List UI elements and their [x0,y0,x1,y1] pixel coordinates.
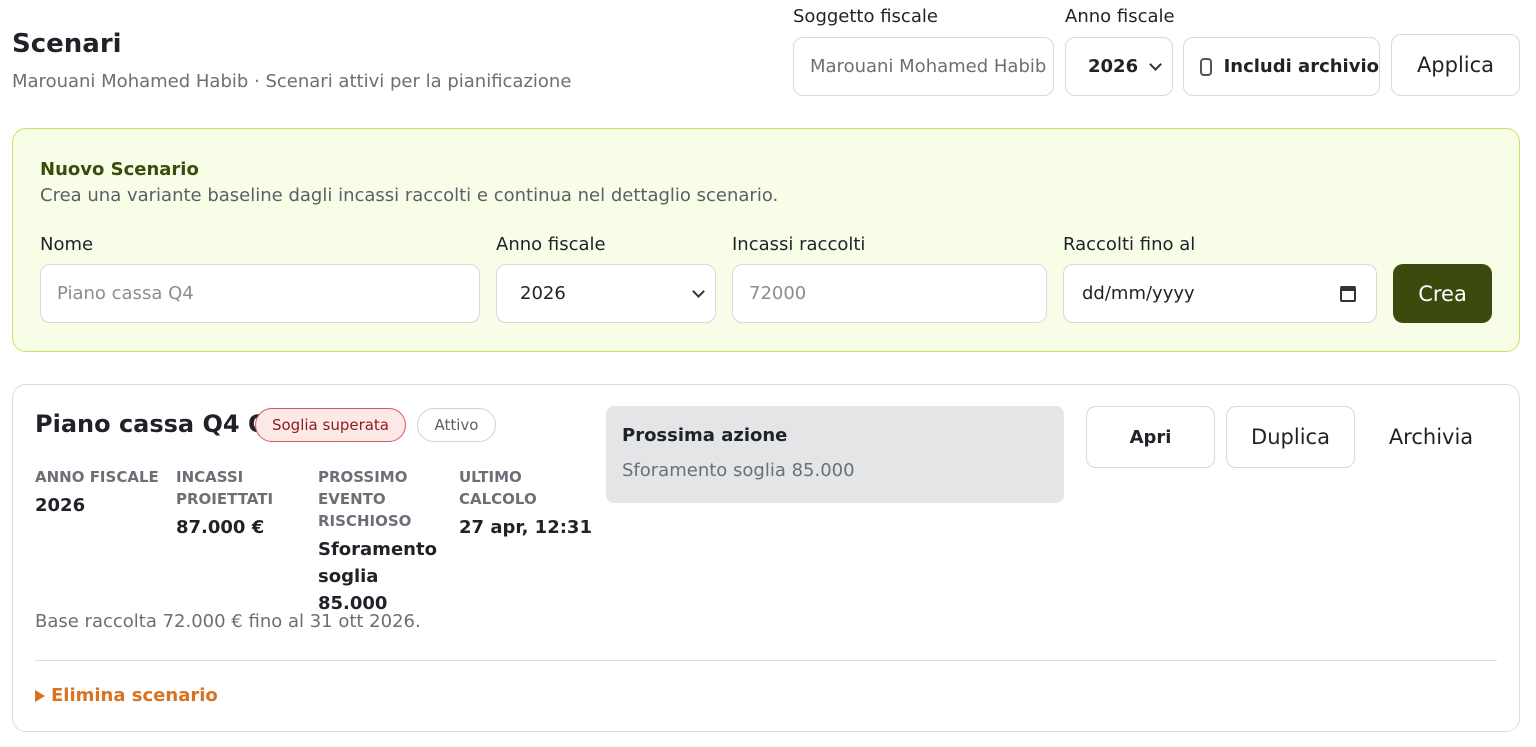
include-archive-toggle[interactable]: Includi archivio [1183,37,1380,96]
delete-scenario-label: Elimina scenario [51,685,218,706]
new-scenario-description: Crea una variante baseline dagli incassi… [40,185,779,206]
income-label: Incassi raccolti [732,234,866,255]
threshold-badge: Soglia superata [255,408,406,442]
new-year-select[interactable]: 2026 [496,264,716,323]
chevron-down-icon [1149,57,1162,71]
next-action-box [606,406,1064,503]
status-badge: Attivo [417,408,496,442]
subject-label: Soggetto fiscale [793,6,938,27]
next-action-text: Sforamento soglia 85.000 [622,460,855,481]
date-input[interactable]: dd/mm/yyyy [1063,264,1377,323]
subject-input[interactable]: Marouani Mohamed Habib [793,37,1054,96]
stat-value-next-risk-event: Sforamento soglia 85.000 [318,539,437,614]
name-placeholder: Piano cassa Q4 [57,283,194,304]
create-button[interactable]: Crea [1393,264,1492,323]
name-input[interactable]: Piano cassa Q4 [40,264,480,323]
stat-label-projected-income: INCASSI PROIETTATI [176,468,274,508]
triangle-right-icon [35,689,45,702]
scenario-title: Piano cassa Q4 QA [35,410,287,438]
divider [35,660,1497,661]
open-button[interactable]: Apri [1086,406,1215,468]
duplicate-button[interactable]: Duplica [1226,406,1355,468]
income-input[interactable]: 72000 [732,264,1047,323]
year-filter-value: 2026 [1088,56,1139,77]
year-filter-select[interactable]: 2026 [1065,37,1173,96]
stat-value-fiscal-year: 2026 [35,495,86,516]
page-subtitle: Marouani Mohamed Habib · Scenari attivi … [12,71,572,92]
stat-value-projected-income: 87.000 € [176,517,265,538]
stat-label-last-calc: ULTIMO CALCOLO [459,468,537,508]
archive-button[interactable]: Archivia [1366,406,1496,468]
page-title: Scenari [12,29,122,59]
income-placeholder: 72000 [749,283,807,304]
apply-button[interactable]: Applica [1391,34,1520,96]
year-filter-label: Anno fiscale [1065,6,1175,27]
base-info-text: Base raccolta 72.000 € fino al 31 ott 20… [35,611,421,632]
new-scenario-title: Nuovo Scenario [40,159,199,180]
new-year-label: Anno fiscale [496,234,606,255]
calendar-icon[interactable] [1340,285,1356,302]
new-year-value: 2026 [520,283,566,304]
include-archive-checkbox[interactable] [1200,57,1212,76]
include-archive-label: Includi archivio [1223,56,1379,77]
stat-value-last-calc: 27 apr, 12:31 [459,517,592,538]
delete-scenario-toggle[interactable]: Elimina scenario [35,685,218,706]
name-label: Nome [40,234,94,255]
date-placeholder: dd/mm/yyyy [1082,283,1195,304]
chevron-down-icon [692,284,705,298]
stat-label-fiscal-year: ANNO FISCALE [35,468,159,486]
stat-label-next-risk-event: PROSSIMO EVENTO RISCHIOSO [318,468,412,530]
next-action-title: Prossima azione [622,425,788,446]
date-label: Raccolti fino al [1063,234,1196,255]
subject-value: Marouani Mohamed Habib [810,56,1047,77]
